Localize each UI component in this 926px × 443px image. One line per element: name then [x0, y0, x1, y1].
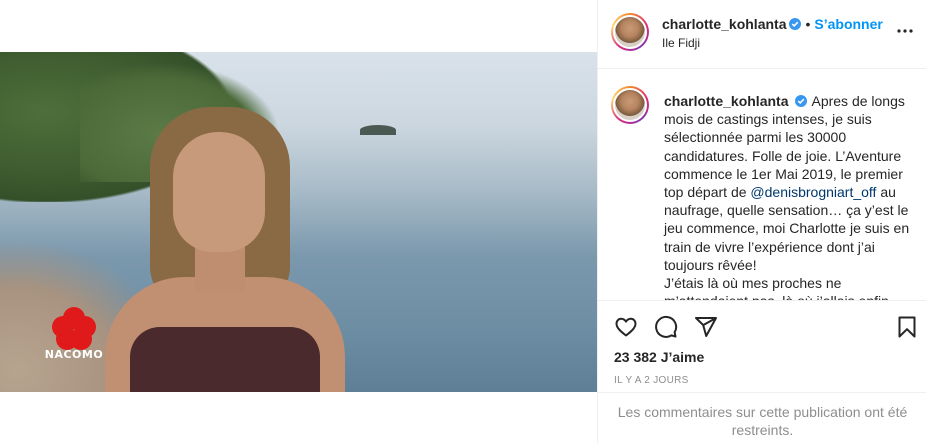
- follow-button[interactable]: S’abonner: [814, 16, 882, 32]
- more-options-icon[interactable]: [896, 22, 914, 43]
- verified-badge-icon: [789, 18, 802, 30]
- bookmark-icon[interactable]: [895, 315, 919, 339]
- caption-area: charlotte_kohlanta Apres de longs mois de…: [598, 70, 926, 301]
- comments-restricted-notice: Les commentaires sur cette publication o…: [598, 392, 926, 443]
- post-header: charlotte_kohlanta • S’abonner Ile Fidji: [598, 0, 926, 69]
- mention-link[interactable]: @denisbrogniart_off: [750, 184, 876, 200]
- show-logo-text: NACOMO: [44, 348, 104, 361]
- person-face: [173, 132, 265, 252]
- heart-icon[interactable]: [614, 315, 638, 339]
- post-timestamp[interactable]: IL Y A 2 JOURS: [614, 375, 689, 386]
- like-count[interactable]: 23 382 J’aime: [614, 349, 704, 365]
- person-top: [130, 327, 320, 392]
- location-link[interactable]: Ile Fidji: [662, 36, 700, 50]
- post-side-panel: charlotte_kohlanta • S’abonner Ile Fidji c…: [597, 0, 926, 443]
- post-photo[interactable]: NACOMO: [0, 52, 597, 392]
- paper-plane-icon[interactable]: [694, 315, 718, 339]
- caption-username-link[interactable]: charlotte_kohlanta: [664, 93, 788, 109]
- comment-bubble-icon[interactable]: [654, 315, 678, 339]
- caption-avatar[interactable]: [611, 86, 649, 124]
- header-name-row: charlotte_kohlanta • S’abonner: [662, 16, 883, 34]
- username-link[interactable]: charlotte_kohlanta: [662, 16, 786, 32]
- photo-person: [95, 97, 345, 392]
- photo-islet: [360, 125, 396, 135]
- caption-text-second-paragraph: J’étais là où mes proches ne m’attendaie…: [664, 275, 889, 300]
- action-bar: [598, 311, 926, 343]
- verified-badge-icon: [795, 95, 808, 107]
- post-media: NACOMO: [0, 0, 597, 443]
- show-logo: NACOMO: [45, 307, 103, 367]
- separator-dot: •: [805, 16, 811, 32]
- post-caption: charlotte_kohlanta Apres de longs mois de…: [664, 92, 916, 300]
- avatar[interactable]: [611, 13, 649, 51]
